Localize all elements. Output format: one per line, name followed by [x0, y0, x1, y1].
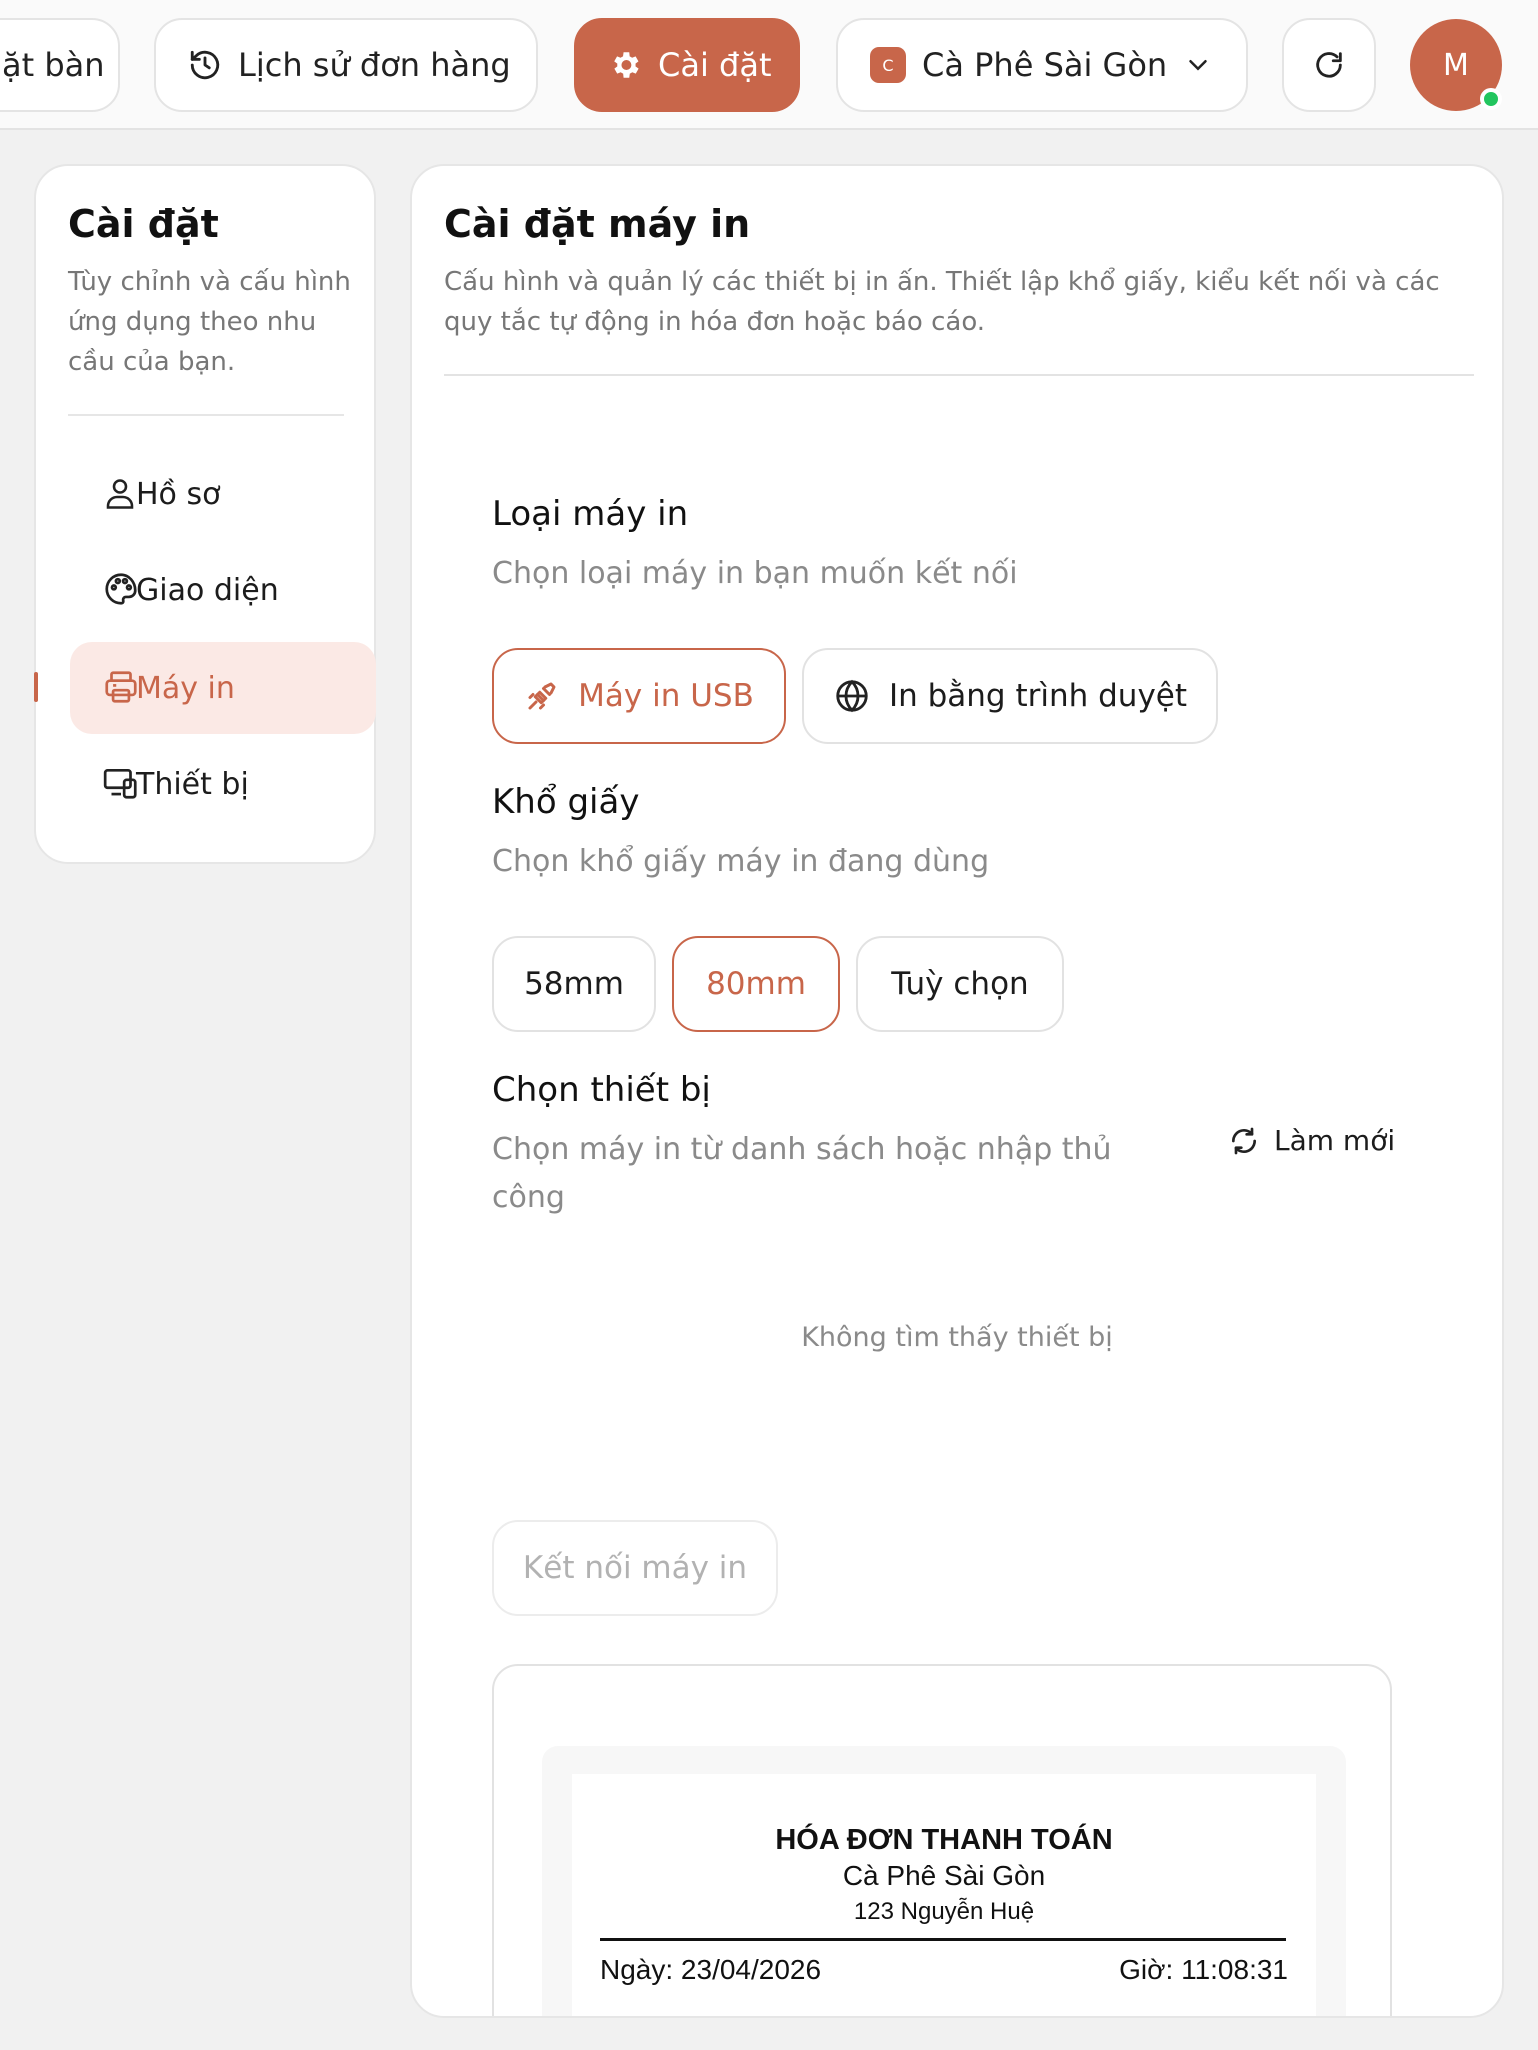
connect-printer-button[interactable]: Kết nối máy in [492, 1520, 778, 1616]
sidebar-divider [68, 414, 344, 416]
chevron-down-icon [1189, 60, 1207, 71]
paper-58mm-option[interactable]: 58mm [492, 936, 656, 1032]
receipt-paper: HÓA ĐƠN THANH TOÁN Cà Phê Sài Gòn 123 Ng… [572, 1774, 1316, 2016]
receipt-store-name: Cà Phê Sài Gòn [842, 1860, 1046, 1891]
paper-option-label: 80mm [706, 966, 806, 1002]
paper-option-label: Tuỳ chọn [891, 966, 1029, 1002]
sidebar-description: Tùy chỉnh và cấu hình ứng dụng theo nhu … [68, 267, 351, 377]
receipt-title: HÓA ĐƠN THANH TOÁN [775, 1824, 1113, 1856]
active-nav-marker [34, 672, 38, 702]
sidebar-item-label: Thiết bị [136, 766, 249, 802]
sidebar-item-label: Giao diện [136, 572, 279, 608]
paper-custom-option[interactable]: Tuỳ chọn [856, 936, 1064, 1032]
sidebar-item-label: Hồ sơ [136, 476, 221, 512]
printer-icon [105, 671, 137, 703]
paper-80mm-option[interactable]: 80mm [672, 936, 840, 1032]
devices-icon [103, 768, 137, 799]
page-description: Cấu hình và quản lý các thiết bị in ấn. … [444, 267, 1440, 337]
receipt-address: 123 Nguyễn Huệ [853, 1898, 1035, 1925]
page-title: Cài đặt máy in [444, 202, 751, 246]
gear-icon [614, 52, 639, 78]
sidebar-item-appearance[interactable]: Giao diện [70, 544, 376, 636]
palette-icon [105, 573, 137, 605]
sidebar-item-devices[interactable]: Thiết bị [70, 738, 376, 830]
tables-tab-label: ặt bàn [2, 46, 105, 84]
order-history-label: Lịch sử đơn hàng [238, 46, 511, 84]
refresh-icon [1316, 52, 1342, 78]
history-icon [190, 50, 220, 80]
paper-size-subtitle: Chọn khổ giấy máy in đang dùng [492, 844, 990, 879]
usb-printer-label: Máy in USB [578, 678, 754, 714]
printer-type-title: Loại máy in [492, 494, 689, 534]
order-history-tab[interactable]: Lịch sử đơn hàng [154, 18, 538, 112]
user-icon [106, 479, 134, 509]
sidebar-title: Cài đặt [68, 202, 219, 246]
device-select-title: Chọn thiết bị [492, 1070, 711, 1110]
store-selector[interactable]: C Cà Phê Sài Gòn [836, 18, 1248, 112]
settings-sidebar: Cài đặt Tùy chỉnh và cấu hình ứng dụng t… [34, 164, 376, 864]
sidebar-item-profile[interactable]: Hồ sơ [70, 448, 376, 540]
device-select-subtitle: Chọn máy in từ danh sách hoặc nhập thủ c… [492, 1132, 1112, 1215]
paper-size-title: Khổ giấy [492, 782, 640, 822]
globe-icon [836, 679, 868, 713]
store-logo: C [870, 47, 906, 83]
receipt-preview: HÓA ĐƠN THANH TOÁN Cà Phê Sài Gòn 123 Ng… [492, 1664, 1392, 2016]
printer-settings-panel: Cài đặt máy in Cấu hình và quản lý các t… [410, 164, 1504, 2018]
store-name: Cà Phê Sài Gòn [922, 46, 1168, 84]
tables-tab[interactable]: ặt bàn [0, 18, 120, 112]
browser-print-option[interactable]: In bằng trình duyệt [802, 648, 1218, 744]
sidebar-item-label: Máy in [136, 670, 235, 706]
receipt-separator [600, 1938, 1286, 1941]
printer-type-subtitle: Chọn loại máy in bạn muốn kết nối [492, 556, 1018, 591]
no-device-message: Không tìm thấy thiết bị [801, 1322, 1113, 1353]
refresh-button[interactable] [1282, 18, 1376, 112]
refresh-label: Làm mới [1274, 1124, 1396, 1157]
settings-tab-label: Cài đặt [658, 46, 772, 84]
refresh-devices-button[interactable]: Làm mới [1228, 1124, 1395, 1157]
browser-print-label: In bằng trình duyệt [888, 678, 1188, 714]
panel-divider [444, 374, 1474, 376]
paper-option-label: 58mm [524, 966, 624, 1002]
receipt-time: Giờ: 11:08:31 [1119, 1954, 1288, 1985]
settings-tab[interactable]: Cài đặt [574, 18, 800, 112]
usb-plug-icon [528, 682, 556, 710]
online-status-dot [1480, 88, 1502, 110]
usb-printer-option[interactable]: Máy in USB [492, 648, 786, 744]
refresh-icon [1232, 1127, 1256, 1154]
receipt-preview-backdrop: HÓA ĐƠN THANH TOÁN Cà Phê Sài Gòn 123 Ng… [542, 1746, 1346, 2016]
top-navigation-bar: ặt bàn Lịch sử đơn hàng Cài đặt C Cà Phê… [0, 0, 1538, 130]
receipt-date: Ngày: 23/04/2026 [600, 1954, 822, 1985]
sidebar-item-printer[interactable]: Máy in [70, 642, 376, 734]
